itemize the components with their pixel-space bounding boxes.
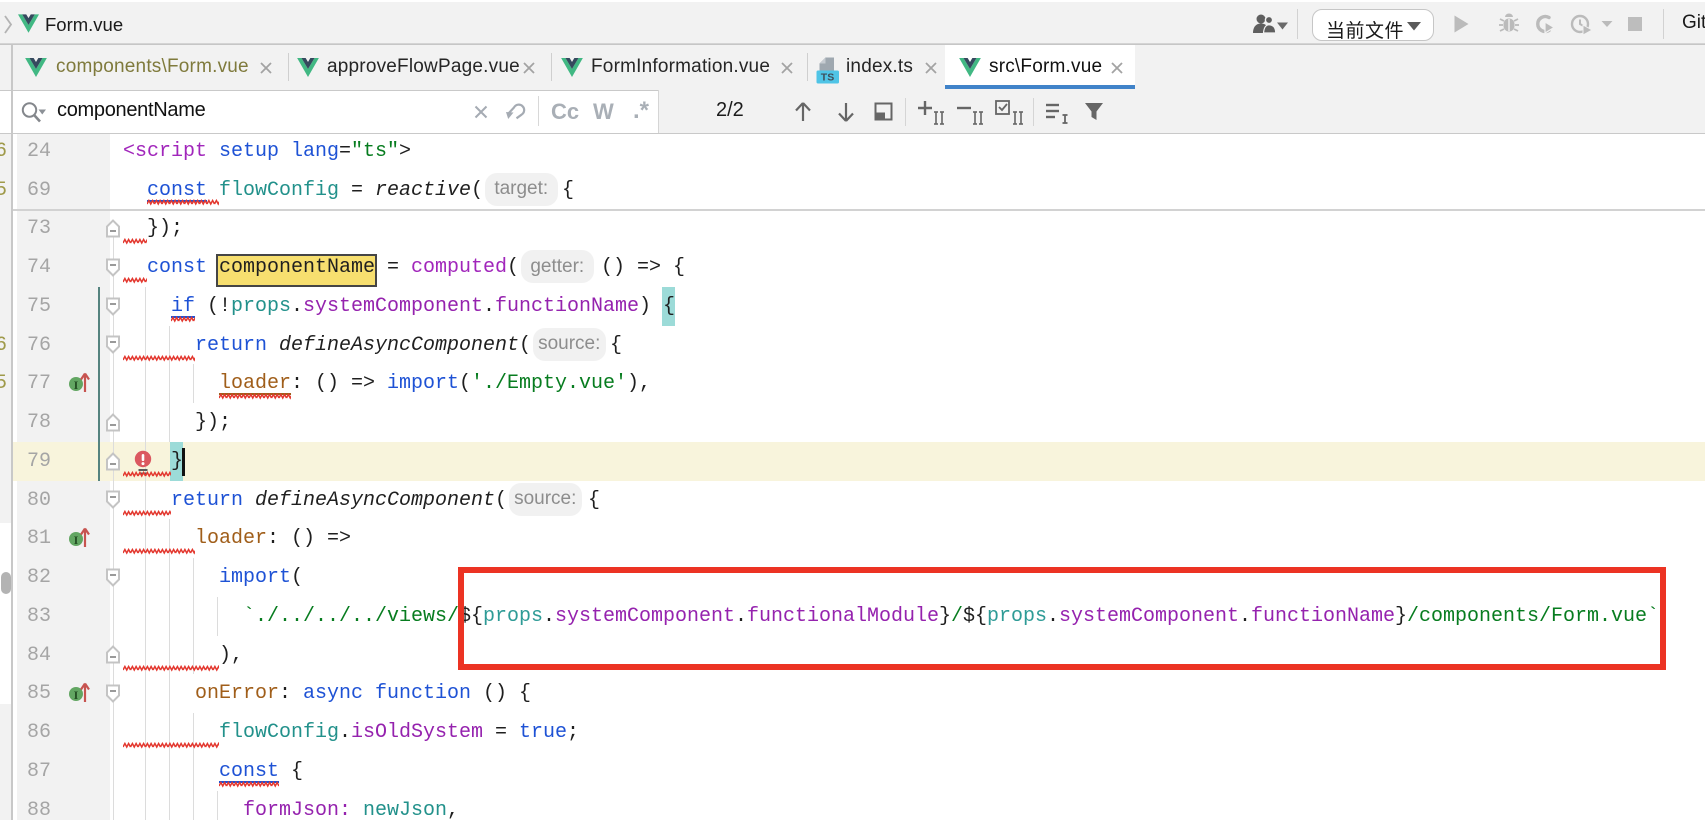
svg-text:TS: TS: [821, 72, 834, 84]
